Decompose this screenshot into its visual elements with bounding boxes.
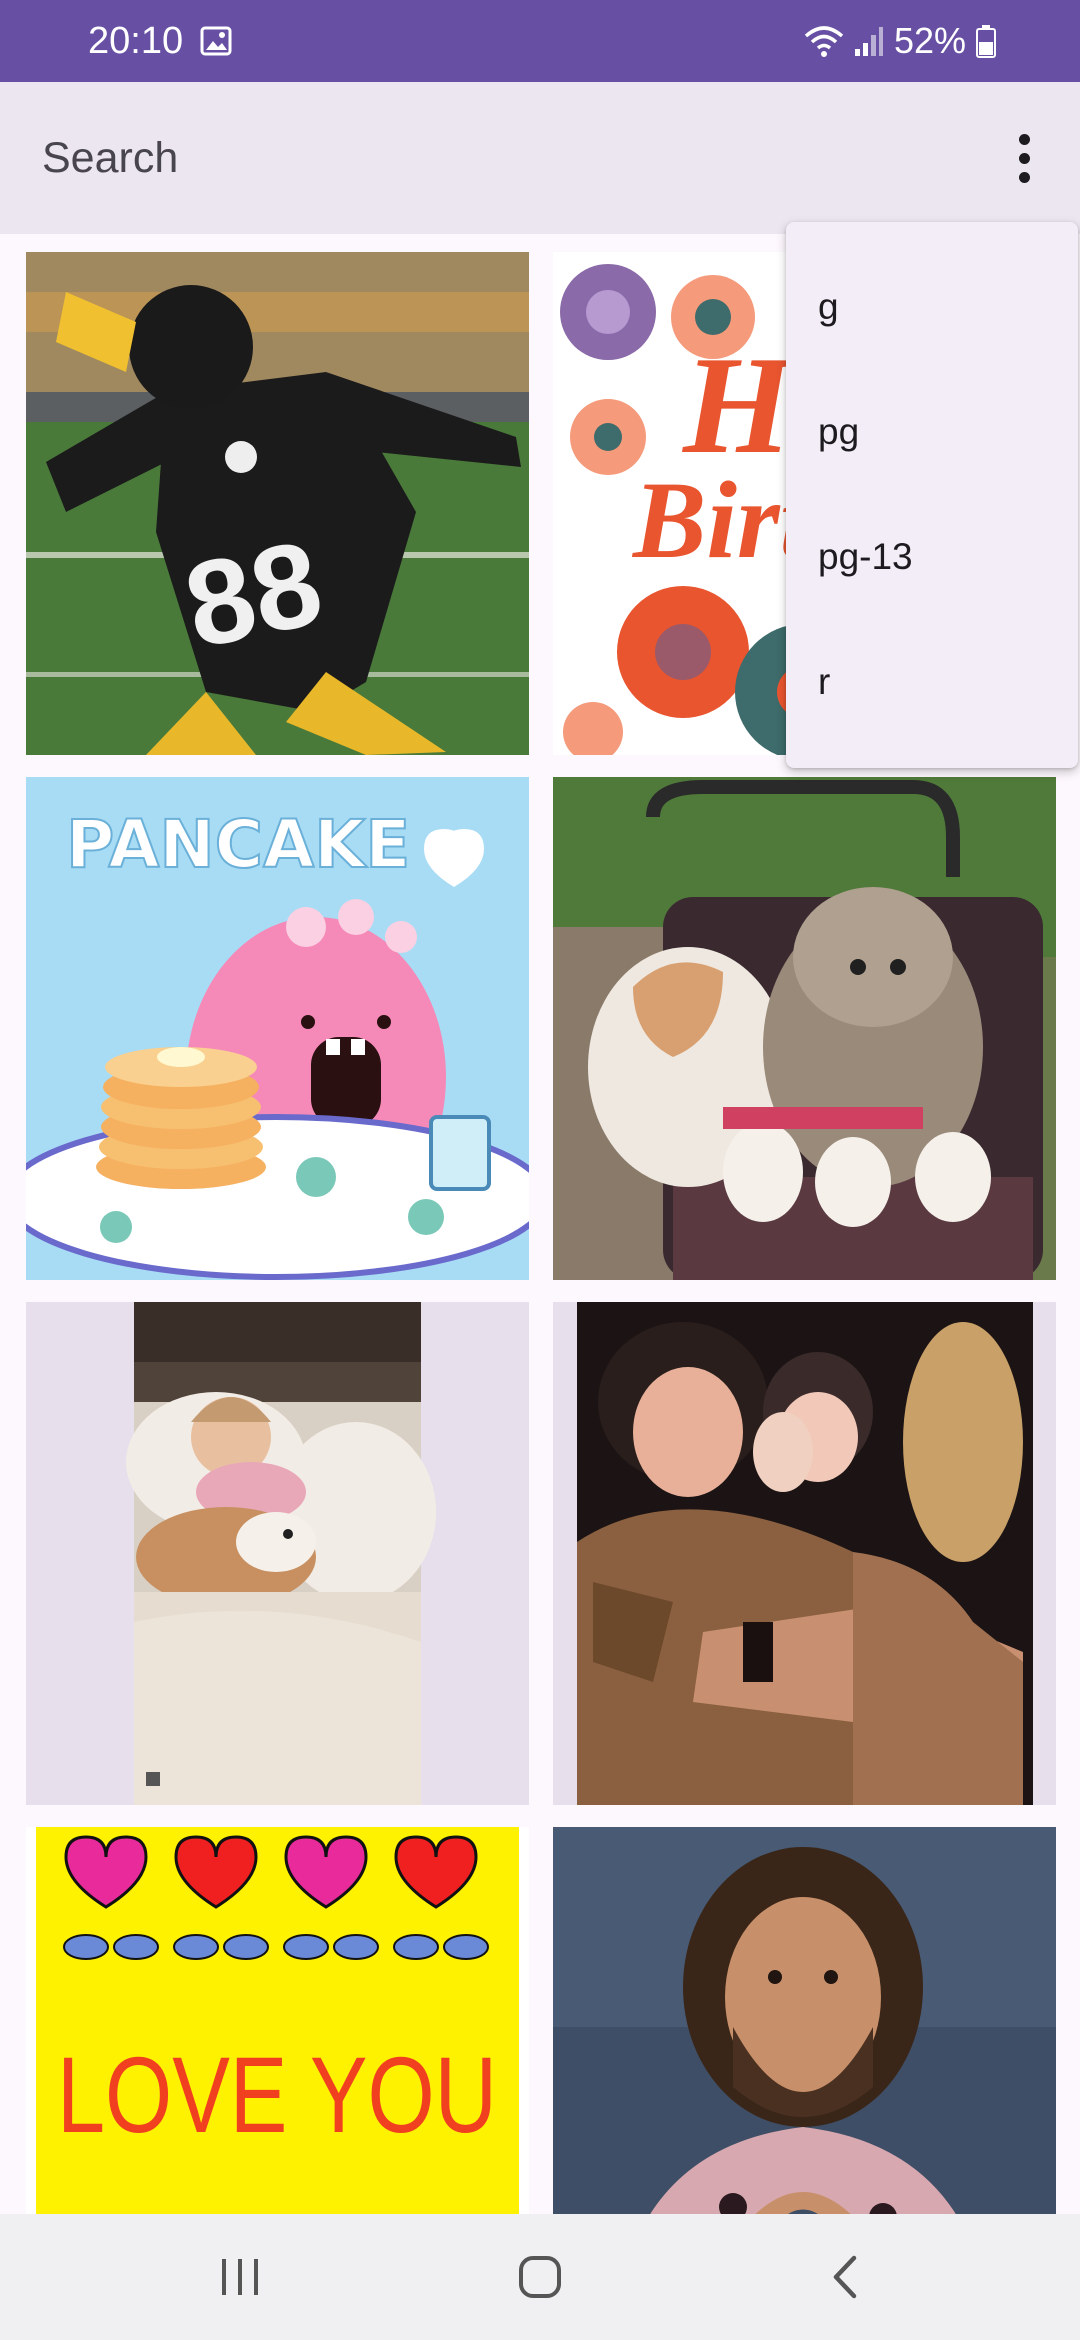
recents-icon[interactable] bbox=[160, 2214, 320, 2340]
gif-tile-woman-waving[interactable] bbox=[553, 1302, 1056, 1805]
status-bar: 20:10 52% bbox=[0, 0, 1080, 82]
battery-icon bbox=[976, 25, 996, 58]
status-icons: 52% bbox=[804, 18, 996, 64]
search-bar bbox=[0, 82, 1080, 234]
menu-item-pg-13[interactable]: pg-13 bbox=[786, 494, 1078, 619]
more-vert-icon[interactable] bbox=[988, 122, 1060, 194]
search-input[interactable] bbox=[42, 126, 942, 190]
menu-item-pg[interactable]: pg bbox=[786, 369, 1078, 494]
wifi-icon bbox=[804, 26, 844, 57]
rating-menu: g pg pg-13 r bbox=[786, 222, 1078, 768]
battery-percent: 52% bbox=[893, 20, 966, 61]
menu-item-r[interactable]: r bbox=[786, 619, 1078, 744]
pancake-title: PANCAKE bbox=[66, 806, 410, 883]
nav-bar bbox=[0, 2214, 1080, 2340]
gif-tile-pancake[interactable]: PANCAKE bbox=[26, 777, 529, 1280]
back-icon[interactable] bbox=[764, 2214, 924, 2340]
gif-tile-cats-stroller[interactable] bbox=[553, 777, 1056, 1280]
home-icon[interactable] bbox=[460, 2214, 620, 2340]
love-you-text: LOVE YOU bbox=[57, 2034, 497, 2155]
status-time: 20:10 bbox=[88, 20, 184, 62]
gif-tile-football-player[interactable]: 88 bbox=[26, 252, 529, 755]
signal-icon bbox=[854, 27, 883, 56]
svg-text:88: 88 bbox=[174, 515, 332, 674]
gif-tile-child-dog[interactable] bbox=[26, 1302, 529, 1805]
menu-item-g[interactable]: g bbox=[786, 244, 1078, 369]
gallery-icon bbox=[200, 26, 232, 56]
